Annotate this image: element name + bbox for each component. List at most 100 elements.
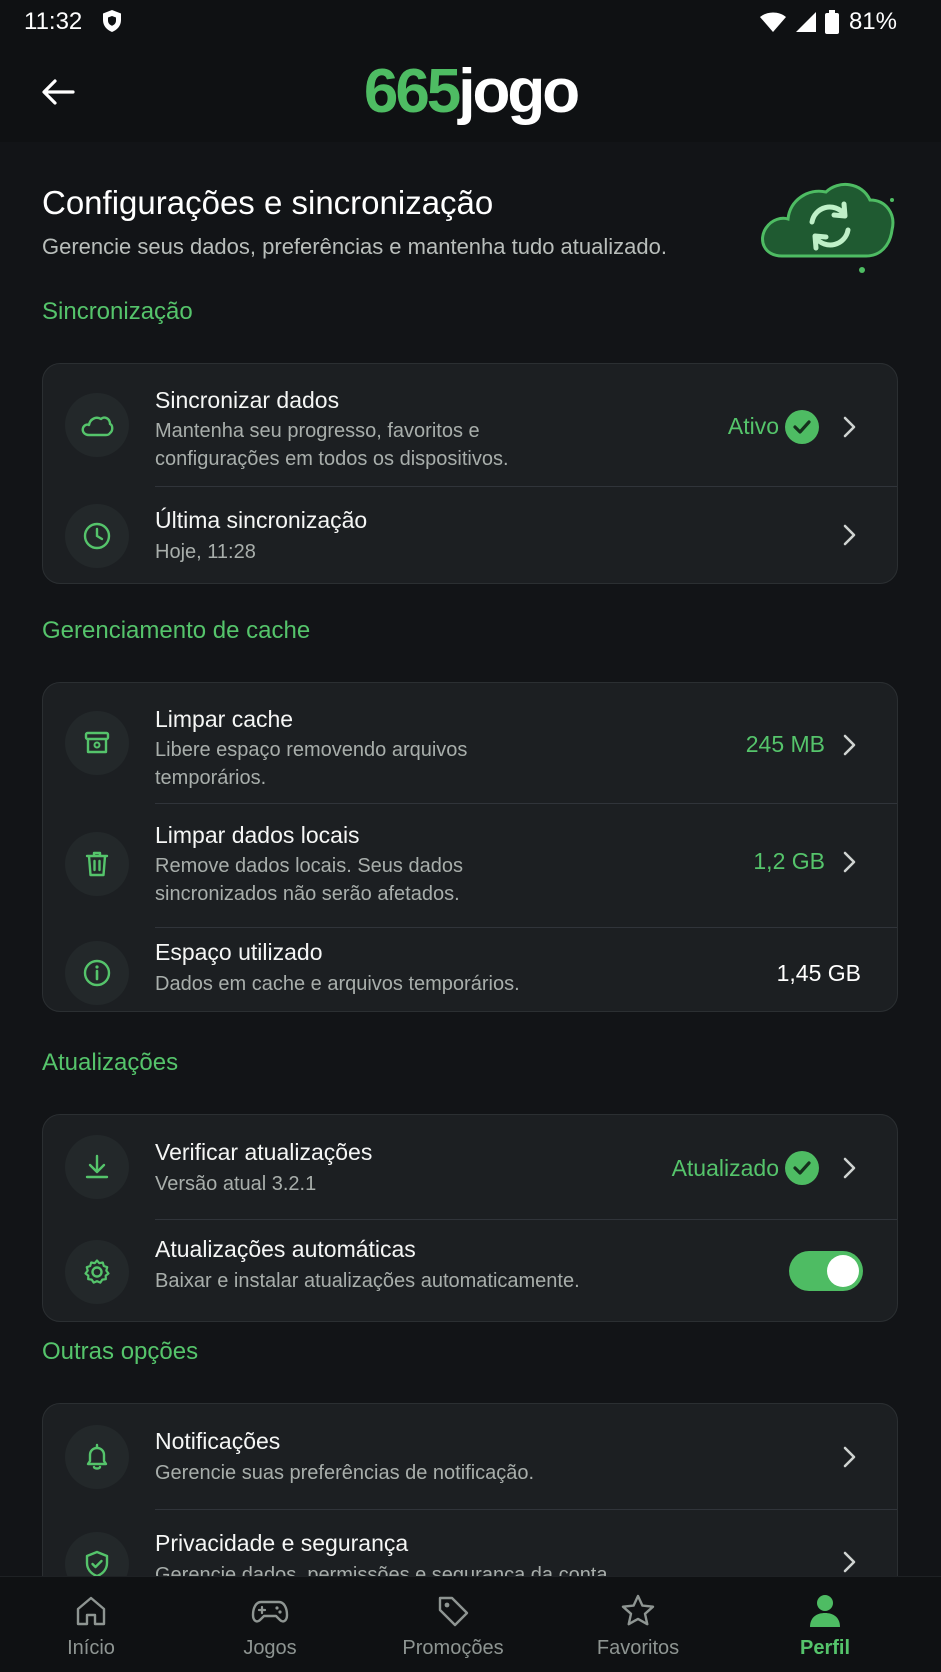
nav-item-inicio[interactable]: Início: [16, 1577, 166, 1672]
update-status-label: Atualizado: [671, 1155, 779, 1181]
privacy-security-row[interactable]: Privacidade e segurança Gerencie dados, …: [43, 1510, 897, 1576]
status-indicators: 81%: [759, 8, 897, 36]
clear-cache-row[interactable]: Limpar cache Libere espaço removendo arq…: [43, 683, 897, 803]
shield-check-icon: [85, 1550, 109, 1576]
settings-content[interactable]: Configurações e sincronização Gerencie s…: [0, 142, 941, 1576]
auto-updates-desc: Baixar e instalar atualizações automatic…: [155, 1270, 580, 1292]
section-title-cache: Gerenciamento de cache: [42, 617, 311, 644]
section-title-updates: Atualizações: [42, 1049, 179, 1076]
space-used-value: 1,45 GB: [776, 960, 861, 986]
chevron-right-icon: [843, 1157, 856, 1179]
battery-icon: [824, 10, 839, 34]
privacy-icon-wrap: [65, 1532, 129, 1576]
sync-status-label: Ativo: [727, 413, 779, 439]
nav-item-favoritos[interactable]: Favoritos: [563, 1577, 713, 1672]
last-sync-icon-wrap: [65, 504, 129, 568]
status-time: 11:32: [24, 8, 83, 35]
auto-updates-title: Atualizações automáticas: [155, 1236, 416, 1262]
clear-cache-title: Limpar cache: [155, 706, 294, 732]
chevron-right-icon: [843, 851, 856, 873]
nav-item-promocoes[interactable]: Promoções: [378, 1577, 528, 1672]
star-icon: [618, 1591, 658, 1631]
last-sync-title: Última sincronização: [155, 507, 368, 533]
nav-item-perfil[interactable]: Perfil: [750, 1577, 900, 1672]
nav-label: Jogos: [243, 1637, 297, 1659]
section-title-other: Outras opções: [42, 1338, 199, 1365]
last-sync-row[interactable]: Última sincronização Hoje, 11:28: [43, 487, 897, 583]
chevron-right-icon: [843, 416, 856, 438]
notifications-row[interactable]: Notificações Gerencie suas preferências …: [43, 1404, 897, 1509]
space-used-title: Espaço utilizado: [155, 939, 323, 965]
chevron-right-icon: [843, 1446, 856, 1468]
logo-number: 665: [363, 57, 461, 126]
sync-data-title: Sincronizar dados: [155, 387, 340, 413]
auto-updates-toggle[interactable]: [789, 1251, 863, 1291]
check-updates-title: Verificar atualizações: [155, 1139, 373, 1165]
chevron-right-icon: [843, 524, 856, 546]
nav-label: Promoções: [402, 1637, 504, 1659]
section-title-sync: Sincronização: [42, 298, 193, 325]
auto-updates-row[interactable]: Atualizações automáticas Baixar e instal…: [43, 1220, 897, 1321]
clock-icon: [83, 522, 111, 550]
space-used-desc: Dados em cache e arquivos temporários.: [155, 973, 520, 995]
nav-label: Favoritos: [596, 1637, 680, 1659]
signal-icon: [795, 12, 816, 32]
cache-card: Limpar cache Libere espaço removendo arq…: [42, 682, 898, 1012]
nav-label: Perfil: [799, 1637, 851, 1659]
page-subtitle: Gerencie seus dados, preferências e mant…: [42, 234, 667, 259]
cache-size-value: 245 MB: [745, 731, 825, 757]
logo-word: jogo: [458, 57, 580, 126]
info-icon: [83, 959, 111, 987]
archive-icon: [84, 731, 110, 754]
clear-local-data-row[interactable]: Limpar dados locais Remove dados locais.…: [43, 804, 897, 927]
privacy-title: Privacidade e segurança: [155, 1530, 409, 1556]
battery-percent: 81%: [848, 8, 897, 35]
last-sync-time: Hoje, 11:28: [155, 541, 256, 563]
download-icon: [85, 1154, 109, 1179]
current-version: Versão atual 3.2.1: [155, 1173, 317, 1195]
notifications-desc: Gerencie suas preferências de notificaçã…: [155, 1462, 535, 1484]
nav-item-jogos[interactable]: Jogos: [195, 1577, 345, 1672]
notifications-title: Notificações: [155, 1428, 281, 1454]
page-title: Configurações e sincronização: [42, 184, 494, 221]
clear-local-title: Limpar dados locais: [155, 822, 360, 848]
check-icon: [785, 410, 819, 444]
clear-local-icon-wrap: [65, 832, 129, 896]
check-icon: [785, 1151, 819, 1185]
toggle-knob: [827, 1255, 859, 1287]
check-updates-row[interactable]: Verificar atualizações Versão atual 3.2.…: [43, 1115, 897, 1219]
local-data-size-value: 1,2 GB: [753, 848, 825, 874]
shield-status-icon: [103, 10, 121, 32]
notifications-icon-wrap: [65, 1425, 129, 1489]
chevron-right-icon: [843, 734, 856, 756]
tag-icon: [433, 1591, 473, 1631]
clear-cache-desc: Libere espaço removendo arquivos temporá…: [155, 739, 468, 789]
gear-icon: [84, 1259, 110, 1284]
wifi-icon: [759, 12, 786, 32]
bell-icon: [86, 1443, 108, 1470]
app-logo: 665jogo: [0, 54, 941, 130]
cloud-sync-illustration-icon: [761, 183, 895, 273]
space-used-row: Espaço utilizado Dados em cache e arquiv…: [43, 928, 897, 1011]
clear-local-desc: Remove dados locais. Seus dados sincroni…: [155, 855, 463, 905]
sync-data-desc: Mantenha seu progresso, favoritos e conf…: [155, 420, 509, 470]
sync-card: Sincronizar dados Mantenha seu progresso…: [42, 363, 898, 584]
sync-data-icon-wrap: [65, 393, 129, 457]
privacy-desc: Gerencie dados, permissões e segurança d…: [155, 1564, 614, 1576]
status-bar: 11:32 81%: [0, 0, 941, 44]
clear-cache-icon-wrap: [65, 711, 129, 775]
user-icon: [805, 1591, 845, 1631]
check-updates-icon-wrap: [65, 1135, 129, 1199]
sync-data-row[interactable]: Sincronizar dados Mantenha seu progresso…: [43, 364, 897, 486]
gamepad-icon: [250, 1591, 290, 1631]
home-icon: [71, 1591, 111, 1631]
app-header: 665jogo: [0, 44, 941, 142]
trash-icon: [85, 851, 109, 877]
other-options-card: Notificações Gerencie suas preferências …: [42, 1403, 898, 1576]
chevron-right-icon: [843, 1551, 856, 1573]
bottom-navigation: Início Jogos Promoções Favoritos Perfil: [0, 1576, 941, 1672]
updates-card: Verificar atualizações Versão atual 3.2.…: [42, 1114, 898, 1322]
nav-label: Início: [67, 1637, 115, 1659]
auto-updates-icon-wrap: [65, 1240, 129, 1304]
space-used-icon-wrap: [65, 941, 129, 1005]
